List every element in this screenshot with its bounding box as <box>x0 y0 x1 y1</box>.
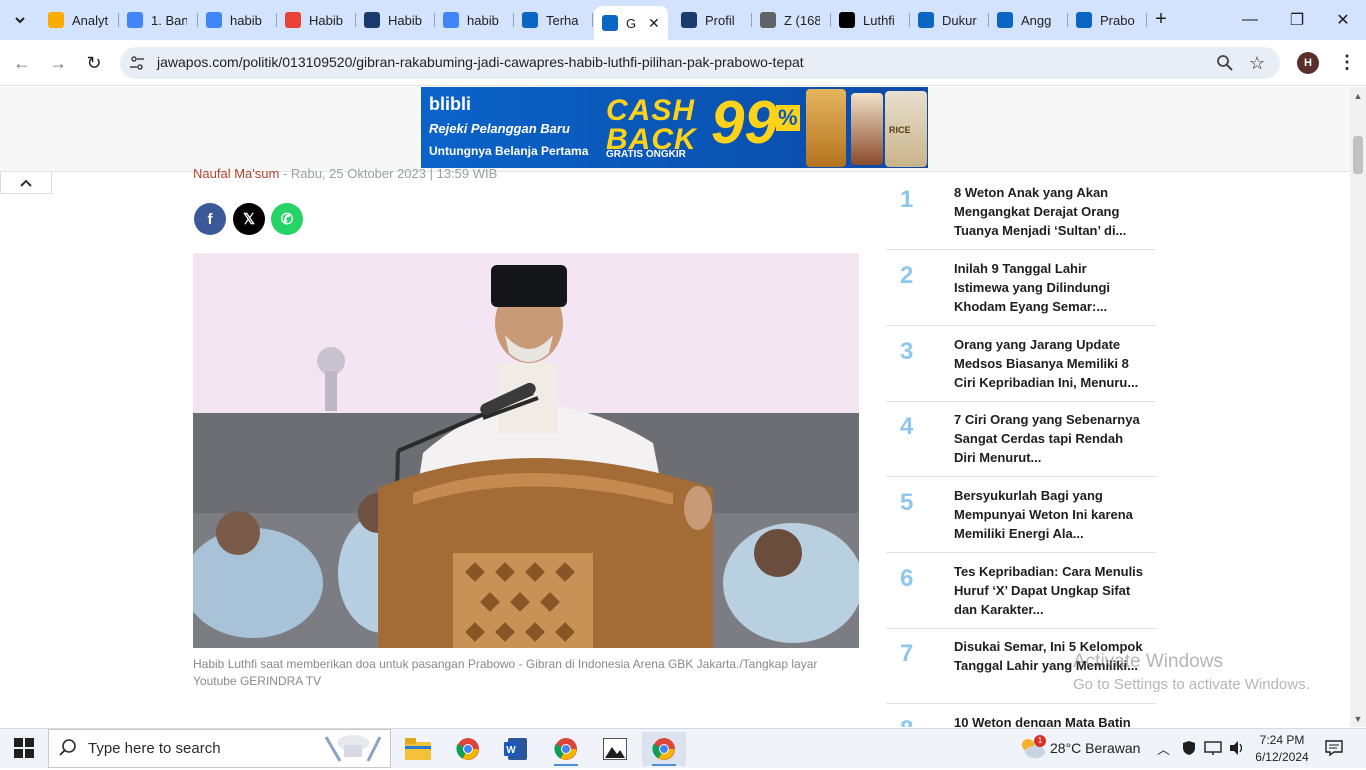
activation-title: Activate Windows <box>1073 651 1223 672</box>
trending-rank: 5 <box>900 489 914 516</box>
notification-icon[interactable] <box>1325 739 1343 762</box>
trending-title[interactable]: Bersyukurlah Bagi yang Mempunyai Weton I… <box>954 486 1144 543</box>
chevron-up-icon[interactable]: ︿ <box>1157 739 1170 758</box>
trending-rank: 8 <box>900 716 913 727</box>
clock-time[interactable]: 7:24 PM <box>1252 733 1312 747</box>
scroll-up-arrow[interactable]: ▲ <box>1350 88 1366 104</box>
network-icon[interactable] <box>1204 740 1222 761</box>
trending-item[interactable]: 2 Inilah 9 Tanggal Lahir Istimewa yang Di… <box>886 250 1156 326</box>
trending-item[interactable]: 6 Tes Kepribadian: Cara Menulis Huruf ‘X’… <box>886 553 1156 629</box>
chrome-profile-app[interactable] <box>544 732 588 766</box>
chef-search-highlight-icon <box>320 733 386 770</box>
page-scrollbar[interactable] <box>1350 87 1366 727</box>
defender-icon[interactable] <box>1181 740 1197 761</box>
windows-start-icon[interactable] <box>14 738 34 763</box>
clock-date[interactable]: 6/12/2024 <box>1247 750 1317 764</box>
trending-rank: 1 <box>900 186 914 213</box>
trending-rank: 3 <box>900 338 914 365</box>
weather-text[interactable]: 28°C Berawan <box>1050 740 1140 756</box>
word-icon: W <box>504 738 527 760</box>
trending-rank: 6 <box>900 565 914 592</box>
chrome-icon <box>652 738 675 760</box>
trending-title[interactable]: 10 Weton dengan Mata Batin <box>954 713 1144 727</box>
trending-title[interactable]: Tes Kepribadian: Cara Menulis Huruf ‘X’ … <box>954 562 1144 619</box>
scroll-thumb[interactable] <box>1353 136 1363 174</box>
word-app[interactable]: W <box>494 732 538 766</box>
trending-title[interactable]: 8 Weton Anak yang Akan Mengangkat Deraja… <box>954 183 1144 240</box>
volume-icon[interactable] <box>1228 739 1246 762</box>
chrome-icon <box>554 738 577 760</box>
trending-item[interactable]: 8 10 Weton dengan Mata Batin <box>886 704 1156 727</box>
activation-subtitle: Go to Settings to activate Windows. <box>1073 676 1310 693</box>
search-placeholder[interactable]: Type here to search <box>88 740 221 757</box>
scroll-down-arrow[interactable]: ▼ <box>1350 711 1366 727</box>
folder-icon <box>405 738 431 760</box>
trending-item[interactable]: 1 8 Weton Anak yang Akan Mengangkat Deraj… <box>886 174 1156 250</box>
trending-rank: 4 <box>900 413 914 440</box>
trending-item[interactable]: 5 Bersyukurlah Bagi yang Mempunyai Weton … <box>886 477 1156 553</box>
svg-text:W: W <box>506 745 516 756</box>
trending-title[interactable]: Inilah 9 Tanggal Lahir Istimewa yang Dil… <box>954 259 1144 316</box>
file-explorer-app[interactable] <box>396 732 440 766</box>
trending-rank: 7 <box>900 640 914 667</box>
photos-icon <box>603 738 627 760</box>
trending-title[interactable]: 7 Ciri Orang yang Sebenarnya Sangat Cerd… <box>954 410 1144 467</box>
trending-item[interactable]: 3 Orang yang Jarang Update Medsos Biasany… <box>886 326 1156 402</box>
chrome-active-app[interactable] <box>642 732 686 766</box>
chrome-app[interactable] <box>446 732 490 766</box>
chrome-icon <box>456 738 479 760</box>
search-icon <box>58 738 78 763</box>
weather-badge: 1 <box>1034 735 1046 747</box>
trending-title[interactable]: Orang yang Jarang Update Medsos Biasanya… <box>954 335 1144 392</box>
photos-app[interactable] <box>593 732 637 766</box>
trending-rank: 2 <box>900 262 914 289</box>
trending-item[interactable]: 4 7 Ciri Orang yang Sebenarnya Sangat Cer… <box>886 401 1156 477</box>
